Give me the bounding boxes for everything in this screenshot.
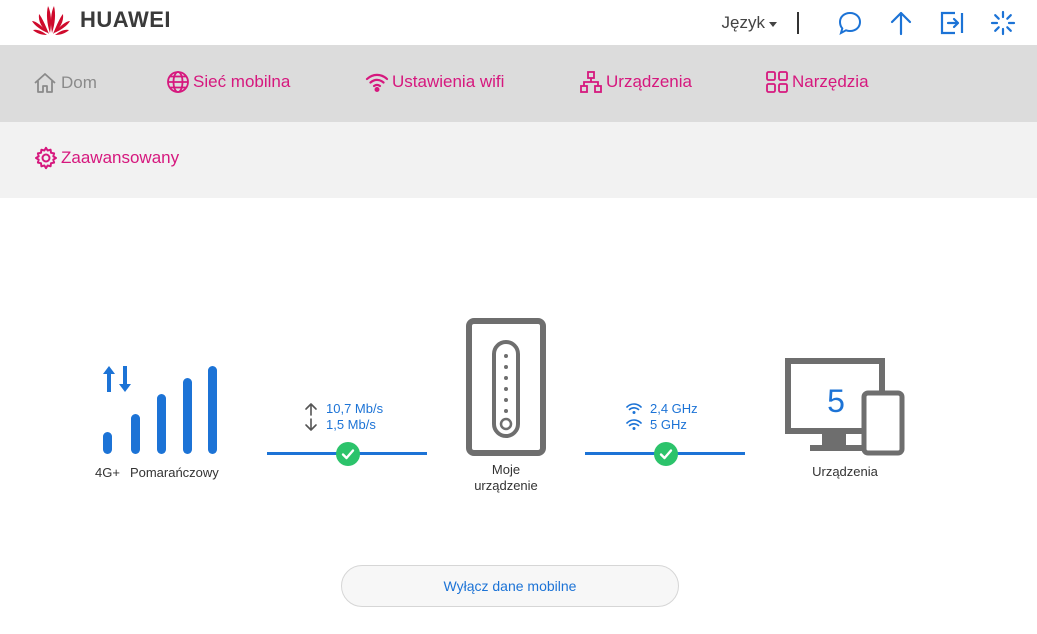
loading-spinner-icon[interactable] xyxy=(989,9,1017,37)
nav-label: Ustawienia wifi xyxy=(392,72,505,91)
upload-rate: 10,7 Mb/s xyxy=(326,401,384,416)
devices-count: 5 xyxy=(827,383,845,419)
nav-item-devices[interactable]: Urządzenia xyxy=(579,70,692,94)
wifi-band-row-1: 2,4 GHz xyxy=(626,401,698,416)
wifi-icon xyxy=(626,419,642,430)
nav-item-mobile-network[interactable]: Sieć mobilna xyxy=(166,70,290,94)
huawei-logo[interactable]: HUAWEI xyxy=(30,4,171,36)
divider xyxy=(797,12,799,34)
devices-label: Urządzenia xyxy=(812,464,878,479)
home-icon xyxy=(34,73,56,93)
arrow-down-icon xyxy=(305,417,317,431)
brand-name: HUAWEI xyxy=(80,7,171,32)
caret-down-icon xyxy=(769,21,777,27)
download-rate: 1,5 Mb/s xyxy=(326,417,376,432)
top-bar: HUAWEI Język xyxy=(0,0,1037,45)
wifi-icon xyxy=(365,73,389,93)
secondary-nav: Zaawansowany xyxy=(0,122,1037,198)
my-device-label: Moje urządzenie xyxy=(456,462,556,494)
top-actions: Język xyxy=(722,8,1017,38)
nav-item-home[interactable]: Dom xyxy=(32,70,97,96)
primary-nav: Dom Sieć mobilna Ustawienia wifi Urządze… xyxy=(0,45,1037,122)
gear-icon xyxy=(35,146,57,170)
device-label-line1: Moje xyxy=(491,462,521,477)
wifi-band-24: 2,4 GHz xyxy=(650,401,698,416)
globe-icon xyxy=(167,71,189,93)
network-type: 4G+ xyxy=(95,465,120,480)
message-icon[interactable] xyxy=(836,9,864,37)
router-icon xyxy=(466,318,546,456)
operator-name: Pomarańczowy xyxy=(129,465,219,480)
wifi-band-row-2: 5 GHz xyxy=(626,417,687,432)
language-label: Język xyxy=(721,13,765,32)
check-icon xyxy=(654,442,678,466)
network-icon xyxy=(580,71,602,93)
nav-label: Dom xyxy=(61,73,97,92)
nav-label: Zaawansowany xyxy=(61,148,180,167)
device-label-line2: urządzenie xyxy=(474,478,538,493)
signal-strength-icon xyxy=(103,366,217,454)
nav-label: Urządzenia xyxy=(606,72,692,91)
download-rate-row: 1,5 Mb/s xyxy=(304,417,376,432)
upload-rate-row: 10,7 Mb/s xyxy=(304,401,383,416)
arrow-up-icon xyxy=(305,402,317,416)
huawei-flower-icon xyxy=(32,6,70,35)
wifi-band-5: 5 GHz xyxy=(650,417,687,432)
nav-item-wifi-settings[interactable]: Ustawienia wifi xyxy=(365,70,504,94)
update-arrow-icon[interactable] xyxy=(887,9,915,37)
network-info: 4G+ Pomarańczowy xyxy=(95,465,219,480)
nav-item-tools[interactable]: Narzędzia xyxy=(765,70,869,94)
logout-icon[interactable] xyxy=(938,9,966,37)
nav-label: Narzędzia xyxy=(792,72,869,91)
nav-label: Sieć mobilna xyxy=(193,72,291,91)
connection-diagram: 4G+ Pomarańczowy 10,7 Mb/s 1,5 Mb/s Moje… xyxy=(0,198,1037,634)
nav-item-advanced[interactable]: Zaawansowany xyxy=(34,146,179,170)
language-selector[interactable]: Język xyxy=(722,13,777,33)
disable-mobile-data-button[interactable]: Wyłącz dane mobilne xyxy=(341,565,679,607)
tools-grid-icon xyxy=(766,71,788,93)
wifi-icon xyxy=(626,403,642,414)
check-icon xyxy=(336,442,360,466)
